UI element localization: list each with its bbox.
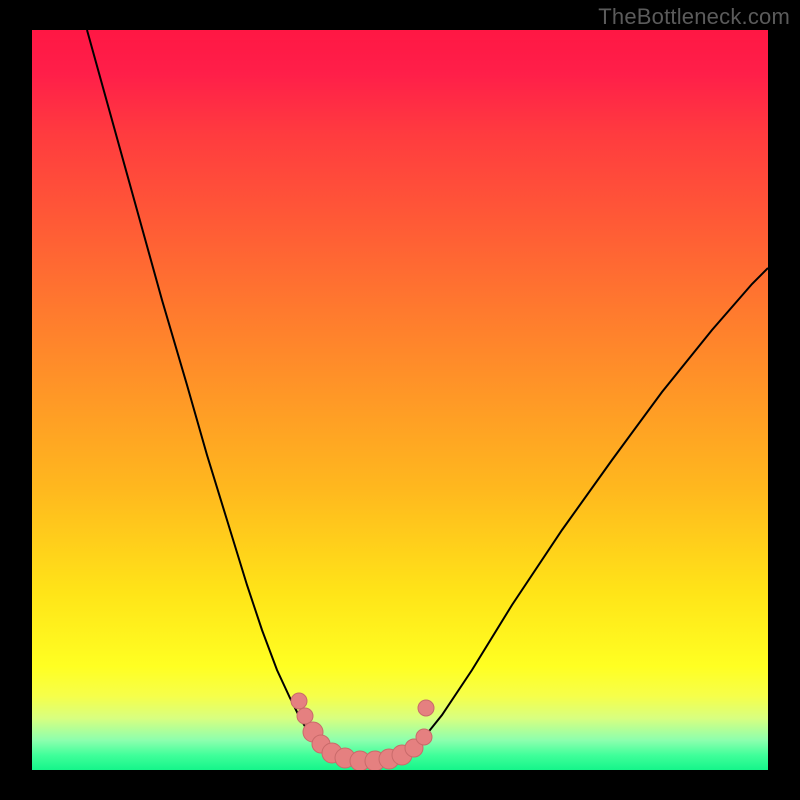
plot-area	[32, 30, 768, 770]
data-marker	[416, 729, 432, 745]
watermark-label: TheBottleneck.com	[598, 4, 790, 30]
marker-layer	[291, 693, 434, 770]
data-marker	[418, 700, 434, 716]
bottleneck-curve-svg	[32, 30, 768, 770]
bottleneck-curve	[87, 30, 768, 761]
data-marker	[297, 708, 313, 724]
chart-frame: TheBottleneck.com	[0, 0, 800, 800]
data-marker	[291, 693, 307, 709]
